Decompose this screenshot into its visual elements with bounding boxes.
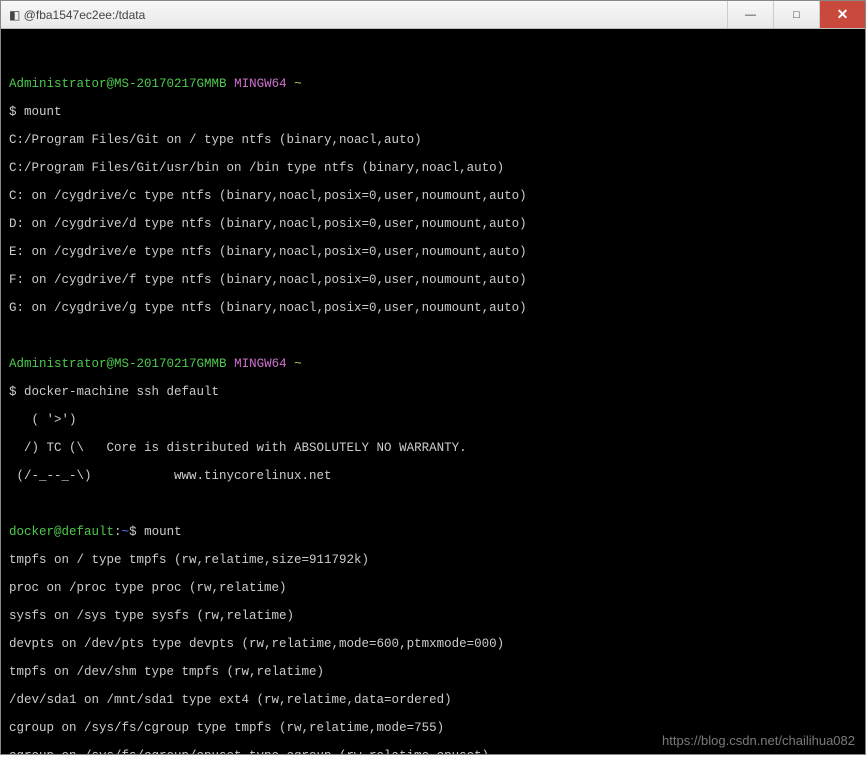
cmd-ssh: $ docker-machine ssh default: [9, 385, 857, 399]
user-host: Administrator@MS-20170217GMMB: [9, 77, 227, 91]
prompt-line: Administrator@MS-20170217GMMB MINGW64 ~: [9, 77, 857, 91]
shell-name: MINGW64: [234, 77, 287, 91]
window-controls: — □ ✕: [727, 1, 865, 28]
watermark: https://blog.csdn.net/chailihua082: [662, 734, 855, 748]
blank-line: [9, 49, 857, 63]
maximize-button[interactable]: □: [773, 1, 819, 28]
cmd-mount: $ mount: [9, 105, 857, 119]
banner-2: (/-_--_-\) www.tinycorelinux.net: [9, 469, 857, 483]
mount2-1: proc on /proc type proc (rw,relatime): [9, 581, 857, 595]
banner-1: /) TC (\ Core is distributed with ABSOLU…: [9, 441, 857, 455]
mount2-0: tmpfs on / type tmpfs (rw,relatime,size=…: [9, 553, 857, 567]
terminal-window: ◧ @fba1547ec2ee:/tdata — □ ✕ Administrat…: [0, 0, 866, 755]
mount-output-1: C:/Program Files/Git/usr/bin on /bin typ…: [9, 161, 857, 175]
mount-output-5: F: on /cygdrive/f type ntfs (binary,noac…: [9, 273, 857, 287]
path: ~: [294, 77, 302, 91]
mount2-5: /dev/sda1 on /mnt/sda1 type ext4 (rw,rel…: [9, 693, 857, 707]
blank-line: [9, 329, 857, 343]
close-button[interactable]: ✕: [819, 1, 865, 28]
terminal-body[interactable]: Administrator@MS-20170217GMMB MINGW64 ~ …: [1, 29, 865, 754]
mount2-4: tmpfs on /dev/shm type tmpfs (rw,relatim…: [9, 665, 857, 679]
banner-0: ( '>'): [9, 413, 857, 427]
mount-output-0: C:/Program Files/Git on / type ntfs (bin…: [9, 133, 857, 147]
prompt-line-2: Administrator@MS-20170217GMMB MINGW64 ~: [9, 357, 857, 371]
mount-output-4: E: on /cygdrive/e type ntfs (binary,noac…: [9, 245, 857, 259]
mount-output-6: G: on /cygdrive/g type ntfs (binary,noac…: [9, 301, 857, 315]
mount-output-3: D: on /cygdrive/d type ntfs (binary,noac…: [9, 217, 857, 231]
mount2-3: devpts on /dev/pts type devpts (rw,relat…: [9, 637, 857, 651]
minimize-button[interactable]: —: [727, 1, 773, 28]
window-icon: ◧: [9, 8, 24, 22]
mount-output-2: C: on /cygdrive/c type ntfs (binary,noac…: [9, 189, 857, 203]
mount2-2: sysfs on /sys type sysfs (rw,relatime): [9, 609, 857, 623]
mount2-7: cgroup on /sys/fs/cgroup/cpuset type cgr…: [9, 749, 857, 754]
docker-prompt: docker@default:~$ mount: [9, 525, 857, 539]
window-title: @fba1547ec2ee:/tdata: [24, 8, 146, 22]
titlebar[interactable]: ◧ @fba1547ec2ee:/tdata — □ ✕: [1, 1, 865, 29]
blank-line: [9, 497, 857, 511]
